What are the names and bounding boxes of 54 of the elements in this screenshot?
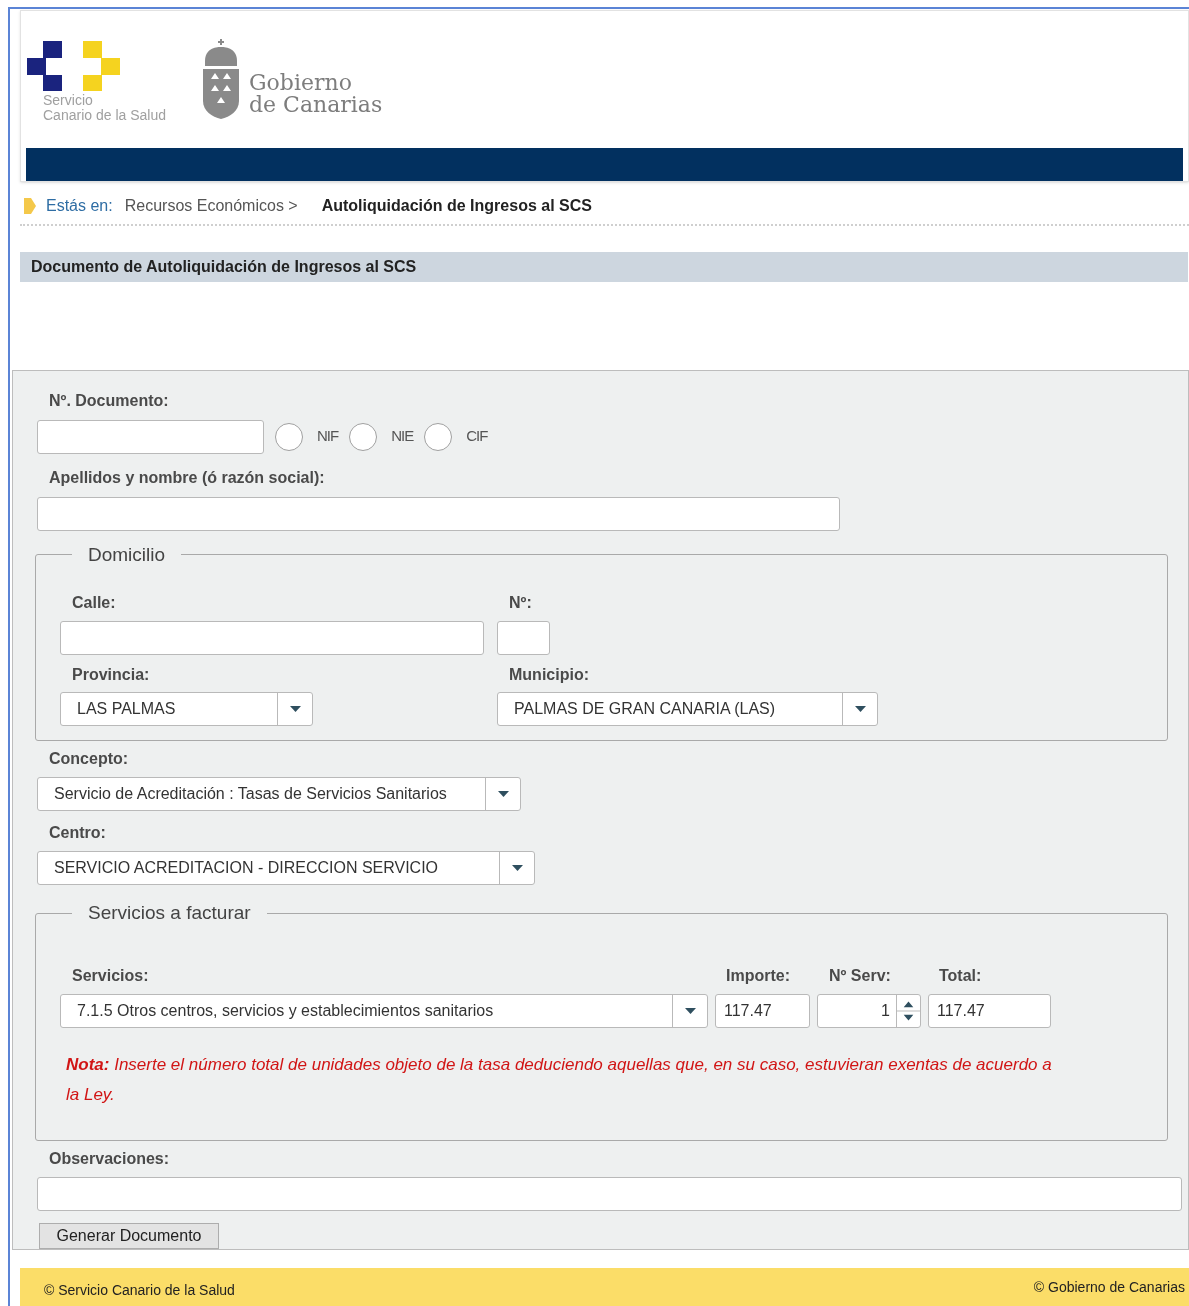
caret-icon — [497, 791, 509, 798]
field-label: Municipio: — [509, 665, 590, 686]
text-field[interactable] — [60, 621, 484, 656]
fieldset-legend: Domicilio — [72, 540, 182, 570]
logo-text: Canario de la Salud — [43, 108, 166, 123]
radio-button[interactable] — [424, 422, 453, 451]
text-field[interactable] — [497, 621, 550, 656]
caret-icon — [289, 706, 301, 713]
text-field[interactable] — [37, 1176, 1182, 1211]
logo-text: Gobierno — [249, 72, 353, 94]
logo-icon — [27, 41, 121, 93]
stepper-arrows-icon — [896, 994, 920, 1027]
field-label: Apellidos y nombre (ó razón social): — [49, 467, 326, 488]
field-label: Observaciones: — [49, 1148, 171, 1169]
field-label: Servicios: — [72, 965, 150, 986]
radio-button[interactable] — [349, 422, 378, 451]
field-label: Nº: — [509, 593, 533, 614]
breadcrumb-label: Estás en: — [46, 196, 113, 217]
field-label: Nº Serv: — [829, 965, 892, 986]
field-label: Concepto: — [49, 749, 130, 770]
dropdown-field[interactable]: LAS PALMAS — [60, 692, 313, 727]
dropdown-field[interactable]: SERVICIO ACREDITACION - DIRECCION SERVICIO — [37, 851, 535, 886]
radio-button[interactable] — [275, 422, 303, 451]
breadcrumb-current: Autoliquidación de Ingresos al SCS — [321, 196, 592, 217]
field-label: Nº. Documento: — [49, 390, 170, 411]
field-label: Importe: — [726, 965, 791, 986]
dropdown-field[interactable]: PALMAS DE GRAN CANARIA (LAS) — [497, 692, 878, 727]
arrow-icon — [24, 198, 36, 215]
logo-text: de Canarias — [249, 94, 383, 116]
text-field[interactable] — [37, 496, 840, 531]
fieldset-legend: Servicios a facturar — [72, 899, 267, 928]
radio-label: CIF — [466, 426, 488, 447]
note-text: Nota: Inserte el número total de unidades objeto de la tasa deduciendo aquellas que, en su caso, estuvieran exentas de acuerdo a la Ley. — [66, 1053, 1053, 1106]
field-label: Calle: — [72, 593, 117, 614]
logo-text: Servicio — [43, 93, 94, 108]
breadcrumb-link[interactable]: Recursos Económicos > — [124, 194, 298, 219]
section-title-bar: Documento de Autoliquidación de Ingresos al SCS — [20, 252, 1188, 282]
text-field[interactable]: 117.47 — [928, 993, 1051, 1028]
generate-document-button[interactable]: Generar Documento — [39, 1222, 219, 1249]
text-field[interactable] — [37, 419, 264, 454]
footer-text: © Gobierno de Canarias — [1033, 1277, 1185, 1297]
text-field[interactable]: 117.47 — [715, 993, 810, 1028]
radio-label: NIF — [317, 426, 339, 447]
caret-icon — [854, 706, 866, 713]
field-label: Provincia: — [72, 665, 151, 686]
caret-icon — [684, 1007, 696, 1014]
dropdown-field[interactable]: 7.1.5 Otros centros, servicios y establecimientos sanitarios — [60, 993, 708, 1028]
field-label: Total: — [939, 965, 983, 986]
caret-icon — [511, 865, 523, 872]
dropdown-field[interactable]: Servicio de Acreditación : Tasas de Servicios Sanitarios — [37, 777, 521, 812]
footer-text: © Servicio Canario de la Salud — [44, 1280, 235, 1300]
field-label: Centro: — [49, 823, 107, 844]
radio-label: NIE — [391, 426, 414, 447]
number-spinner[interactable]: 1 — [817, 993, 921, 1028]
